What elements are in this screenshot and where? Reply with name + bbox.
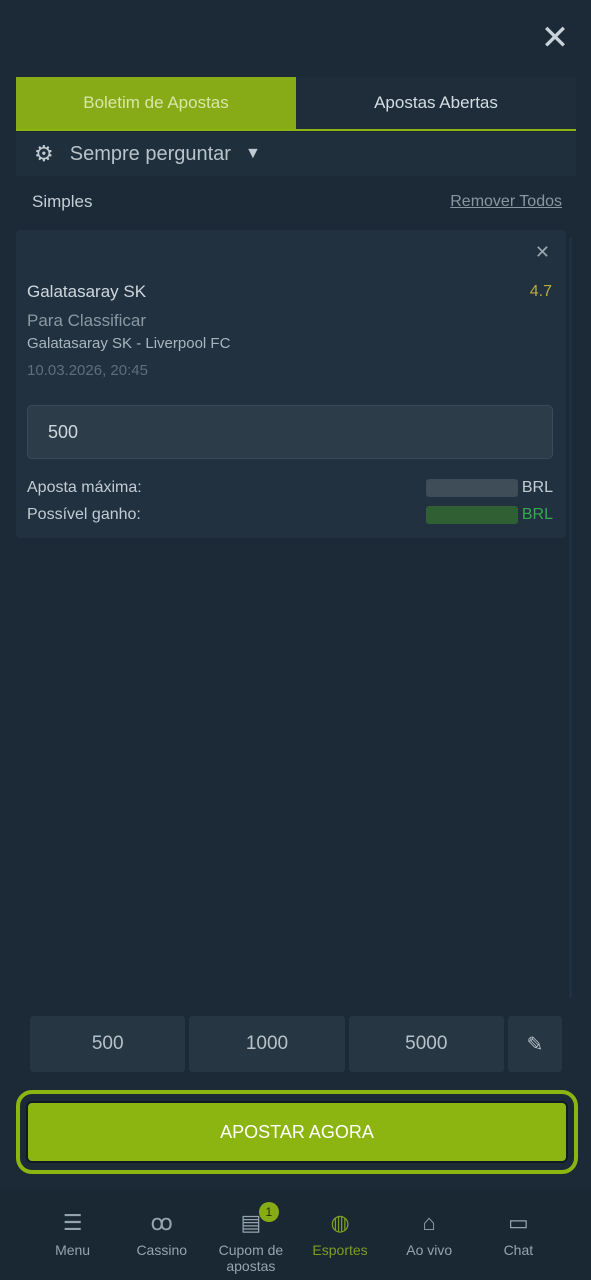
scrollbar[interactable] bbox=[569, 238, 572, 998]
bet-odds: 4.7 bbox=[529, 283, 552, 300]
bet-market: Para Classificar bbox=[27, 311, 147, 330]
close-icon[interactable]: ✕ bbox=[539, 21, 571, 55]
odds-preference-dropdown[interactable]: ⚙ Sempre perguntar ▼ bbox=[16, 132, 576, 176]
nav-label: Cupom de apostas bbox=[218, 1242, 284, 1274]
bet-match: Galatasaray SK - Liverpool FC bbox=[27, 335, 231, 352]
nav-betslip[interactable]: ▤ 1 Cupom de apostas bbox=[211, 1188, 291, 1280]
bet-card: ✕ Galatasaray SK 4.7 Para Classificar Ga… bbox=[16, 230, 566, 538]
basketball-icon: ◍ bbox=[330, 1210, 350, 1235]
quick-stake-1000[interactable]: 1000 bbox=[189, 1016, 345, 1072]
bottom-nav: ☰ Menu ꝏ Cassino ▤ 1 Cupom de apostas ◍ … bbox=[0, 1188, 591, 1280]
gear-icon: ⚙ bbox=[34, 141, 54, 166]
nav-label: Esportes bbox=[312, 1242, 368, 1258]
edit-stakes-icon[interactable]: ✎ bbox=[507, 1016, 562, 1072]
nav-chat[interactable]: ▭ Chat bbox=[478, 1188, 558, 1280]
bet-datetime: 10.03.2026, 20:45 bbox=[27, 362, 148, 379]
live-icon: ⌂ bbox=[422, 1210, 436, 1235]
betslip-count-badge: 1 bbox=[258, 1202, 279, 1222]
possible-win-row: Possível ganho: BRL bbox=[27, 506, 553, 524]
possible-win-currency: BRL bbox=[521, 506, 553, 523]
possible-win-label: Possível ganho: bbox=[27, 506, 141, 523]
max-bet-row: Aposta máxima: BRL bbox=[27, 479, 553, 497]
receipt-icon: ▤ bbox=[240, 1210, 262, 1235]
max-bet-value-obscured bbox=[425, 479, 518, 497]
tab-open-bets[interactable]: Apostas Abertas bbox=[296, 77, 576, 129]
section-header: Simples Remover Todos bbox=[16, 185, 562, 219]
max-bet-currency: BRL bbox=[521, 479, 553, 496]
max-bet-label: Aposta máxima: bbox=[27, 479, 142, 496]
tab-betslip[interactable]: Boletim de Apostas bbox=[16, 77, 296, 129]
nav-sports[interactable]: ◍ Esportes bbox=[300, 1188, 380, 1280]
odds-preference-label: Sempre perguntar bbox=[69, 142, 231, 165]
possible-win-value-obscured bbox=[425, 506, 518, 524]
chat-icon: ▭ bbox=[507, 1210, 529, 1235]
nav-label: Chat bbox=[503, 1242, 534, 1258]
place-bet-highlight: APOSTAR AGORA bbox=[16, 1090, 578, 1174]
nav-casino[interactable]: ꝏ Cassino bbox=[122, 1188, 202, 1280]
quick-stake-500[interactable]: 500 bbox=[30, 1016, 186, 1072]
bet-selection: Galatasaray SK bbox=[27, 282, 147, 301]
place-bet-button[interactable]: APOSTAR AGORA bbox=[26, 1101, 568, 1163]
nav-label: Ao vivo bbox=[406, 1242, 453, 1258]
chevron-down-icon: ▼ bbox=[244, 145, 261, 162]
remove-all-link[interactable]: Remover Todos bbox=[450, 193, 562, 211]
bet-tabs: Boletim de Apostas Apostas Abertas bbox=[16, 77, 576, 131]
nav-menu[interactable]: ☰ Menu bbox=[33, 1188, 113, 1280]
quick-stake-row: 500 1000 5000 ✎ bbox=[30, 1016, 562, 1072]
remove-bet-icon[interactable]: ✕ bbox=[535, 242, 550, 263]
section-title: Simples bbox=[32, 192, 93, 211]
cherries-icon: ꝏ bbox=[150, 1210, 173, 1235]
quick-stake-5000[interactable]: 5000 bbox=[348, 1016, 504, 1072]
stake-input[interactable] bbox=[27, 405, 553, 459]
nav-live[interactable]: ⌂ Ao vivo bbox=[389, 1188, 469, 1280]
hamburger-icon: ☰ bbox=[62, 1210, 83, 1235]
nav-label: Menu bbox=[55, 1242, 91, 1258]
nav-label: Cassino bbox=[136, 1242, 188, 1258]
